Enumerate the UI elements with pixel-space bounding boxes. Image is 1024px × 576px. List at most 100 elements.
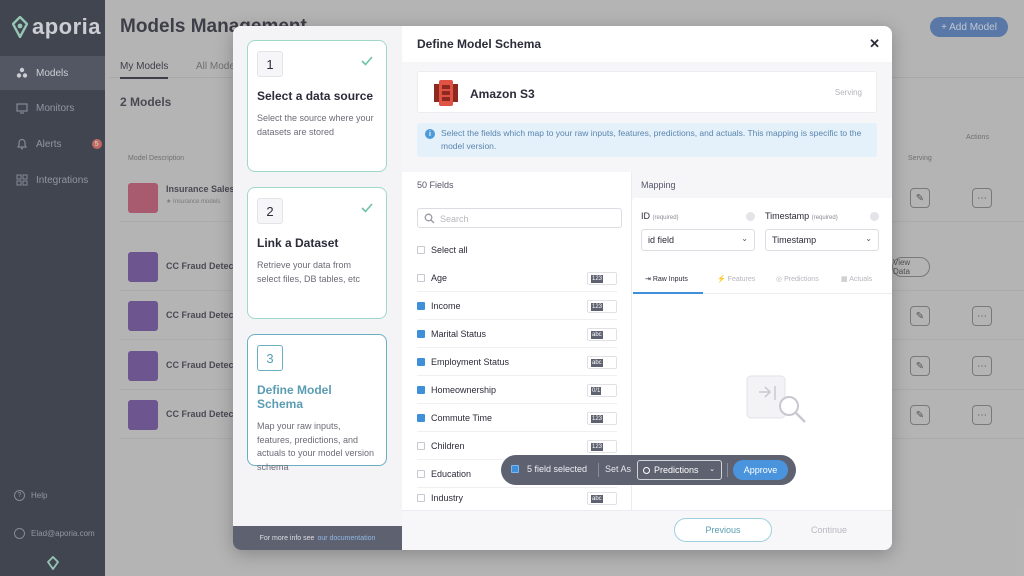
field-type: 123	[591, 302, 604, 311]
set-as-select[interactable]: Predictions ⌄	[637, 460, 722, 480]
select-all-checkbox[interactable]	[417, 246, 425, 254]
tab-label: Features	[727, 276, 756, 283]
field-type: 123	[591, 414, 604, 423]
list-item[interactable]: Employment Status abc	[417, 348, 617, 376]
set-as-value: Predictions	[654, 465, 699, 475]
list-item[interactable]: Age 123	[417, 264, 617, 292]
fields-count: 50 Fields	[417, 180, 454, 190]
step-title: Define Model Schema	[257, 383, 332, 411]
field-checkbox[interactable]	[417, 493, 425, 502]
timestamp-label-text: Timestamp	[765, 211, 810, 221]
set-as-label: Set As	[605, 464, 632, 474]
type-badge: 123	[587, 300, 617, 313]
field-name: Commute Time	[431, 412, 493, 423]
field-checkbox[interactable]	[417, 413, 425, 422]
field-checkbox[interactable]	[417, 357, 425, 366]
wizard-footer: For more info see our documentation	[233, 526, 402, 550]
field-name: Education	[431, 468, 472, 479]
chevron-down-icon: ⌄	[741, 234, 748, 243]
divider	[727, 463, 728, 477]
step-link-dataset[interactable]: 2 Link a Dataset Retrieve your data from…	[247, 187, 387, 319]
tab-raw-inputs[interactable]: ⇥ Raw Inputs	[645, 275, 688, 283]
check-icon	[361, 56, 373, 66]
selection-checkbox[interactable]	[511, 465, 519, 473]
field-checkbox[interactable]	[417, 301, 425, 310]
documentation-link[interactable]: our documentation	[317, 535, 375, 542]
approve-button[interactable]: Approve	[733, 460, 788, 480]
tab-actuals[interactable]: ▦ Actuals	[841, 275, 872, 283]
field-name: Industry	[431, 492, 464, 503]
modal-header: Define Model Schema ✕	[402, 26, 892, 62]
type-badge: abc	[587, 356, 617, 369]
selection-action-bar: 5 field selected Set As Predictions ⌄ Ap…	[501, 455, 796, 485]
step-number: 1	[257, 51, 283, 77]
field-name: Income	[431, 300, 461, 311]
id-required-note: (required)	[652, 215, 679, 221]
close-icon[interactable]: ✕	[869, 36, 880, 52]
field-checkbox[interactable]	[417, 329, 425, 338]
tab-label: Actuals	[849, 276, 873, 283]
id-status-icon	[746, 212, 755, 221]
timestamp-required-note: (required)	[811, 215, 838, 221]
info-text: Select the fields which map to your raw …	[441, 128, 862, 151]
divider	[598, 463, 599, 477]
field-type: 123	[591, 274, 604, 283]
tab-predictions[interactable]: ◎ Predictions	[776, 275, 819, 283]
mapping-header: Mapping	[633, 172, 892, 198]
modal-title: Define Model Schema	[417, 37, 542, 51]
mapping-tabs: ⇥ Raw Inputs ⚡ Features ◎ Predictions ▦ …	[633, 266, 892, 294]
field-name: Employment Status	[431, 356, 510, 367]
field-name: Age	[431, 272, 448, 283]
field-name: Marital Status	[431, 328, 487, 339]
step-number: 3	[257, 345, 283, 371]
type-badge: abc	[587, 492, 617, 505]
wizard-steps: 1 Select a data source Select the source…	[233, 26, 402, 550]
step-select-data-source[interactable]: 1 Select a data source Select the source…	[247, 40, 387, 172]
field-type: 123	[591, 442, 604, 451]
step-description: Retrieve your data from select files, DB…	[257, 260, 361, 284]
id-field-select[interactable]: id field ⌄	[641, 229, 755, 251]
continue-button[interactable]: Continue	[794, 518, 864, 542]
field-type: abc	[591, 358, 603, 367]
type-badge: 123	[587, 412, 617, 425]
tab-label: Raw Inputs	[652, 276, 688, 283]
search-input[interactable]	[440, 212, 610, 225]
amazon-s3-icon	[434, 80, 458, 106]
step-title: Select a data source	[257, 89, 374, 103]
list-item[interactable]: Marital Status abc	[417, 320, 617, 348]
field-checkbox[interactable]	[417, 469, 425, 478]
id-field-value: id field	[648, 235, 675, 245]
active-tab-indicator	[633, 292, 703, 294]
info-banner: i Select the fields which map to your ra…	[417, 123, 877, 157]
step-description: Select the source where your datasets ar…	[257, 113, 374, 137]
field-checkbox[interactable]	[417, 273, 425, 282]
tab-features[interactable]: ⚡ Features	[717, 275, 755, 283]
previous-button[interactable]: Previous	[674, 518, 772, 542]
list-item[interactable]: Commute Time 123	[417, 404, 617, 432]
list-item[interactable]: Income 123	[417, 292, 617, 320]
field-checkbox[interactable]	[417, 441, 425, 450]
timestamp-field-select[interactable]: Timestamp ⌄	[765, 229, 879, 251]
footer-text: For more info see	[259, 534, 315, 542]
step-define-model-schema[interactable]: 3 Define Model Schema Map your raw input…	[247, 334, 387, 472]
source-name: Amazon S3	[470, 87, 535, 101]
data-source-card: Amazon S3 Serving	[417, 71, 877, 113]
source-status: Serving	[834, 88, 862, 97]
select-all-label: Select all	[431, 245, 468, 255]
step-number: 2	[257, 198, 283, 224]
field-checkbox[interactable]	[417, 385, 425, 394]
timestamp-status-icon	[870, 212, 879, 221]
timestamp-label: Timestamp (required)	[765, 211, 838, 221]
info-icon: i	[425, 129, 435, 139]
type-badge: 0/1	[587, 384, 617, 397]
list-item[interactable]: Homeownership 0/1	[417, 376, 617, 404]
type-badge: 123	[587, 440, 617, 453]
timestamp-field-value: Timestamp	[772, 235, 817, 245]
tab-label: Predictions	[784, 276, 819, 283]
select-all-row[interactable]: Select all	[417, 236, 617, 264]
check-icon	[361, 203, 373, 213]
list-item[interactable]: Industry abc	[417, 484, 617, 512]
type-badge: 123	[587, 272, 617, 285]
search-field[interactable]	[417, 208, 622, 228]
empty-mapping-illustration-icon	[746, 375, 806, 423]
